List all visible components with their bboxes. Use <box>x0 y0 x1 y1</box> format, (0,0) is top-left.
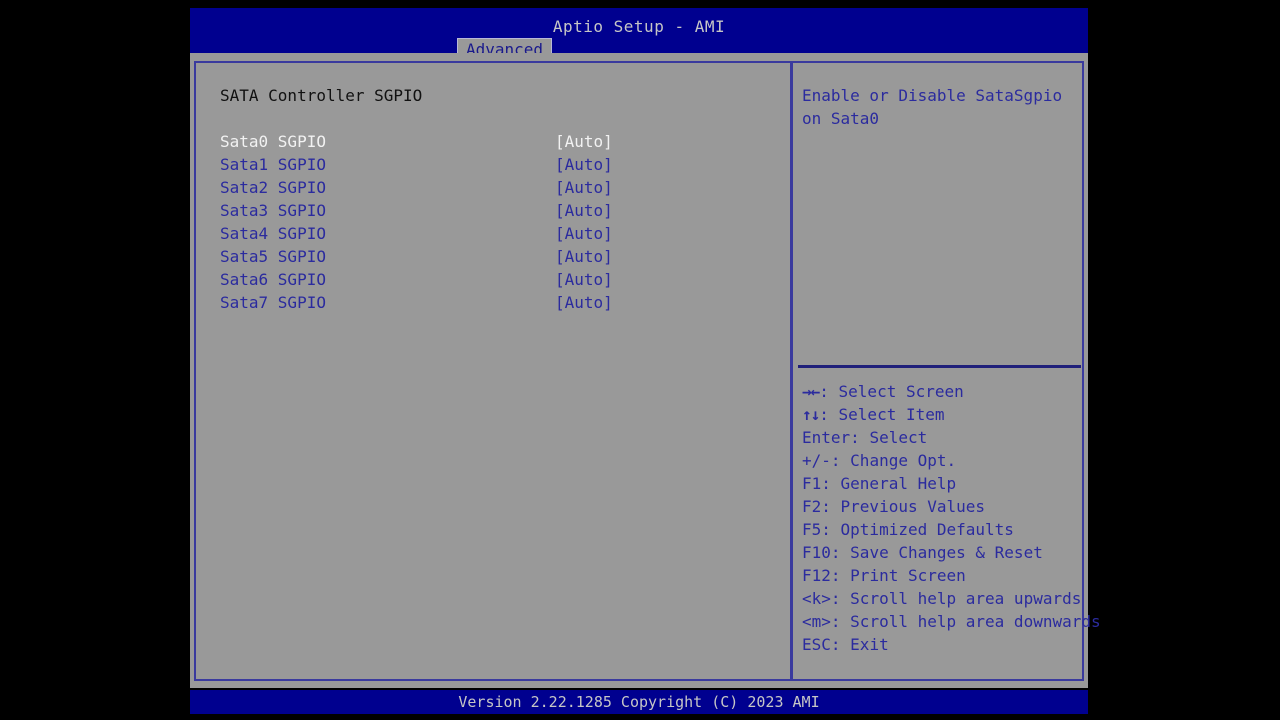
setting-label: Sata7 SGPIO <box>220 293 326 312</box>
setting-value[interactable]: [Auto] <box>555 155 613 174</box>
settings-list: Sata0 SGPIO [Auto] Sata1 SGPIO [Auto] Sata2 … <box>196 132 790 316</box>
setting-value[interactable]: [Auto] <box>555 293 613 312</box>
legend-action: : Print Screen <box>830 566 966 585</box>
legend-key: F1 <box>802 474 822 493</box>
app-title: Aptio Setup - AMI <box>552 17 726 36</box>
legend-action: : Exit <box>830 635 889 654</box>
legend-action: : Previous Values <box>821 497 986 516</box>
key-legend: →←: Select Screen ↑↓: Select Item Enter: S… <box>802 380 1101 656</box>
legend-line: ↑↓: Select Item <box>802 403 1082 426</box>
table-row[interactable]: Sata0 SGPIO [Auto] <box>196 132 790 155</box>
legend-line: Enter: Select <box>802 426 1082 449</box>
legend-action: : Optimized Defaults <box>821 520 1014 539</box>
table-row[interactable]: Sata4 SGPIO [Auto] <box>196 224 790 247</box>
legend-key: <k> <box>802 589 831 608</box>
footer-bar: Version 2.22.1285 Copyright (C) 2023 AMI <box>190 690 1088 714</box>
arrow-keys-icon: →← <box>802 382 820 401</box>
title-bar: Aptio Setup - AMI Advanced <box>190 8 1088 61</box>
setting-label: Sata5 SGPIO <box>220 247 326 266</box>
legend-line: F12: Print Screen <box>802 564 1082 587</box>
arrow-keys-icon: ↑↓ <box>802 405 820 424</box>
legend-key: Enter <box>802 428 851 447</box>
legend-action: : Change Opt. <box>830 451 957 470</box>
setting-value[interactable]: [Auto] <box>555 224 613 243</box>
legend-key: ESC <box>802 635 831 654</box>
legend-key: F12 <box>802 566 831 585</box>
table-row[interactable]: Sata3 SGPIO [Auto] <box>196 201 790 224</box>
help-column: Enable or Disable SataSgpio on Sata0 →←:… <box>793 63 1101 679</box>
settings-column: SATA Controller SGPIO Sata0 SGPIO [Auto] S… <box>196 63 790 679</box>
setting-label: Sata2 SGPIO <box>220 178 326 197</box>
setting-value[interactable]: [Auto] <box>555 270 613 289</box>
legend-action: : Scroll help area upwards <box>830 589 1082 608</box>
section-title: SATA Controller SGPIO <box>220 86 423 105</box>
legend-action: : Scroll help area downwards <box>830 612 1101 631</box>
setting-value[interactable]: [Auto] <box>555 132 613 151</box>
legend-line: →←: Select Screen <box>802 380 1082 403</box>
legend-line: <m>: Scroll help area downwards <box>802 610 1101 633</box>
legend-key: +/- <box>802 451 831 470</box>
bios-setup-screen: Aptio Setup - AMI Advanced SATA Controll… <box>0 0 1280 720</box>
legend-action: : Save Changes & Reset <box>830 543 1043 562</box>
legend-line: +/-: Change Opt. <box>802 449 1082 472</box>
setting-label: Sata4 SGPIO <box>220 224 326 243</box>
table-row[interactable]: Sata6 SGPIO [Auto] <box>196 270 790 293</box>
legend-key: F2 <box>802 497 822 516</box>
setting-label: Sata6 SGPIO <box>220 270 326 289</box>
version-text: Version 2.22.1285 Copyright (C) 2023 AMI <box>458 693 820 711</box>
legend-line: <k>: Scroll help area upwards <box>802 587 1082 610</box>
table-row[interactable]: Sata5 SGPIO [Auto] <box>196 247 790 270</box>
legend-key: F10 <box>802 543 831 562</box>
legend-line: F2: Previous Values <box>802 495 1082 518</box>
help-description: Enable or Disable SataSgpio on Sata0 <box>802 86 1072 128</box>
setting-value[interactable]: [Auto] <box>555 178 613 197</box>
legend-line: ESC: Exit <box>802 633 1082 656</box>
table-row[interactable]: Sata7 SGPIO [Auto] <box>196 293 790 316</box>
setting-label: Sata3 SGPIO <box>220 201 326 220</box>
legend-action: : Select Screen <box>819 382 964 401</box>
setting-label: Sata1 SGPIO <box>220 155 326 174</box>
legend-action: : General Help <box>821 474 957 493</box>
legend-action: : Select <box>850 428 928 447</box>
table-row[interactable]: Sata2 SGPIO [Auto] <box>196 178 790 201</box>
setting-value[interactable]: [Auto] <box>555 201 613 220</box>
setting-value[interactable]: [Auto] <box>555 247 613 266</box>
legend-key: F5 <box>802 520 822 539</box>
body-area: SATA Controller SGPIO Sata0 SGPIO [Auto] S… <box>190 53 1101 688</box>
setting-label: Sata0 SGPIO <box>220 132 326 151</box>
legend-key: <m> <box>802 612 831 631</box>
legend-line: F1: General Help <box>802 472 1082 495</box>
legend-line: F5: Optimized Defaults <box>802 518 1082 541</box>
help-divider <box>798 365 1081 368</box>
table-row[interactable]: Sata1 SGPIO [Auto] <box>196 155 790 178</box>
legend-line: F10: Save Changes & Reset <box>802 541 1082 564</box>
legend-action: : Select Item <box>819 405 945 424</box>
content-panel: SATA Controller SGPIO Sata0 SGPIO [Auto] S… <box>194 61 1101 681</box>
